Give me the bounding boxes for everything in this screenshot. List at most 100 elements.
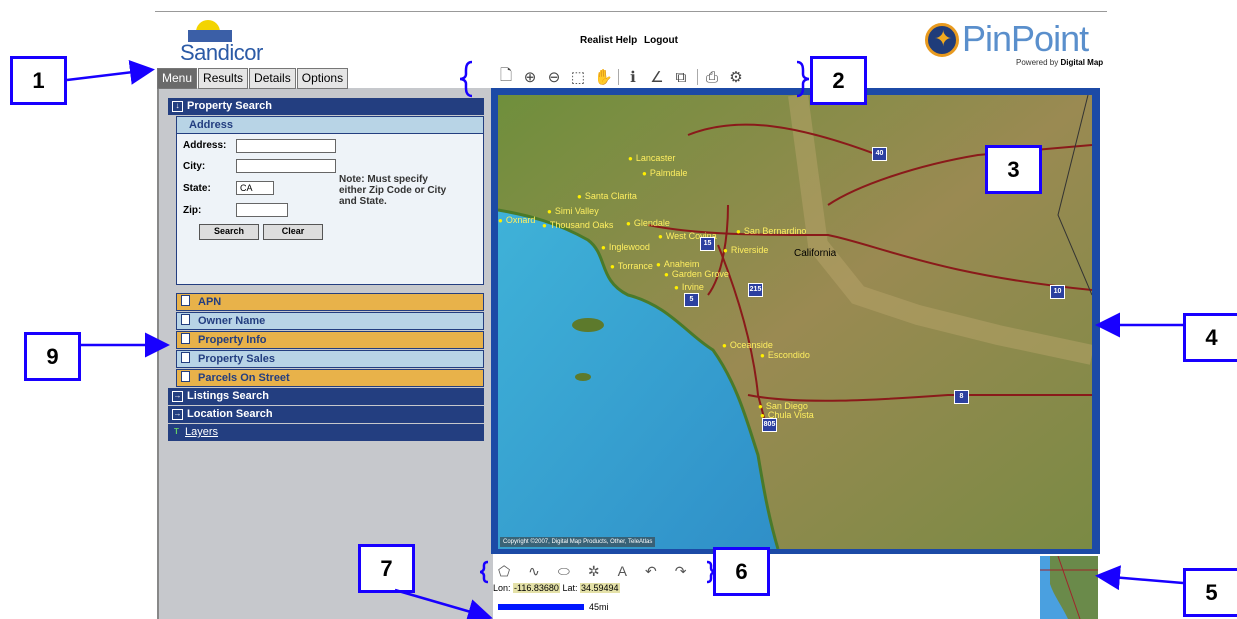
state-input[interactable]: CA — [236, 181, 274, 195]
address-input[interactable] — [236, 139, 336, 153]
address-form: Address: City: State: CA Zip: Note: Must… — [176, 134, 484, 285]
property-sales-item[interactable]: Property Sales — [176, 350, 484, 368]
search-button[interactable]: Search — [199, 224, 259, 240]
zoom-out-icon[interactable]: ⊖ — [546, 68, 562, 86]
address-section-header[interactable]: Address — [176, 116, 484, 134]
layers-icon[interactable]: ⧉ — [673, 69, 689, 86]
callout-9: 9 — [24, 332, 81, 381]
owner-name-item[interactable]: Owner Name — [176, 312, 484, 330]
address-note: Note: Must specify either Zip Code or Ci… — [339, 174, 447, 207]
redo-icon[interactable]: ↷ — [675, 563, 687, 580]
city-inglewood: Inglewood — [601, 242, 650, 252]
settings-icon[interactable]: ⚙ — [728, 68, 744, 86]
identify-icon[interactable]: ℹ — [625, 68, 641, 86]
city-label: City: — [183, 161, 206, 172]
zip-label: Zip: — [183, 205, 202, 216]
city-input[interactable] — [236, 159, 336, 173]
layers-header[interactable]: T Layers — [168, 424, 484, 441]
pinpoint-logo: PinPoint Powered by Digital Map — [920, 18, 1110, 70]
tab-results[interactable]: Results — [198, 68, 249, 89]
city-irvine: Irvine — [674, 282, 704, 292]
expand-icon: → — [172, 391, 183, 402]
property-search-header[interactable]: ↓ Property Search — [168, 98, 484, 115]
scale-bar — [498, 604, 584, 610]
city-simi-valley: Simi Valley — [547, 206, 599, 216]
freehand-icon[interactable]: ∿ — [528, 563, 540, 580]
city-escondido: Escondido — [760, 350, 810, 360]
property-info-item[interactable]: Property Info — [176, 331, 484, 349]
top-divider — [155, 11, 1107, 12]
highway-shield: 215 — [748, 283, 763, 297]
callout-6: 6 — [713, 547, 770, 596]
point-icon[interactable]: ✲ — [588, 563, 600, 580]
layers-icon: T — [174, 427, 179, 436]
city-santa-clarita: Santa Clarita — [577, 191, 637, 201]
highway-shield: 8 — [954, 390, 969, 404]
document-icon — [181, 295, 190, 306]
realist-help-link[interactable]: Realist Help — [580, 35, 637, 46]
latitude-value: 34.59494 — [579, 583, 620, 593]
callout-7: 7 — [358, 544, 415, 593]
highway-shield: 40 — [872, 147, 887, 161]
map-copyright: Copyright ©2007, Digital Map Products, O… — [500, 537, 656, 547]
print-icon[interactable]: ⎙ — [704, 69, 720, 86]
city-lancaster: Lancaster — [628, 153, 676, 163]
location-search-header[interactable]: → Location Search — [168, 406, 484, 423]
city-palmdale: Palmdale — [642, 168, 688, 178]
clear-button[interactable]: Clear — [263, 224, 323, 240]
pan-icon[interactable]: ✋ — [594, 68, 613, 86]
document-icon — [181, 352, 190, 363]
header-links: Realist Help Logout — [580, 35, 682, 46]
callout-1: 1 — [10, 56, 67, 105]
scale-label: 45mi — [589, 602, 609, 612]
tab-bar: Menu Results Details Options — [157, 68, 349, 89]
sandicor-logo: Sandicor — [180, 20, 270, 65]
document-icon — [181, 371, 190, 382]
compass-icon — [925, 23, 959, 57]
city-riverside: Riverside — [723, 245, 769, 255]
layers-link[interactable]: Layers — [185, 424, 218, 441]
zip-input[interactable] — [236, 203, 288, 217]
expand-icon: → — [172, 409, 183, 420]
callout-5: 5 — [1183, 568, 1237, 617]
measure-icon[interactable]: ∠ — [649, 68, 665, 86]
callout-4: 4 — [1183, 313, 1237, 362]
listings-search-header[interactable]: → Listings Search — [168, 388, 484, 405]
callout-3: 3 — [985, 145, 1042, 194]
overview-map[interactable] — [1040, 556, 1098, 619]
document-icon — [181, 333, 190, 344]
tab-menu[interactable]: Menu — [157, 68, 198, 89]
zoom-extent-icon[interactable]: ⬚ — [570, 68, 586, 86]
city-san-bernardino: San Bernardino — [736, 226, 807, 236]
polygon-icon[interactable]: ⬠ — [498, 563, 510, 580]
apn-item[interactable]: APN — [176, 293, 484, 311]
map-toolbar: 🗋 ⊕ ⊖ ⬚ ✋ ℹ ∠ ⧉ ⎙ ⚙ — [498, 66, 752, 88]
undo-icon[interactable]: ↶ — [645, 563, 657, 580]
zoom-in-icon[interactable]: ⊕ — [522, 68, 538, 86]
region-label: California — [794, 248, 837, 259]
city-glendale: Glendale — [626, 218, 670, 228]
coordinate-readout: Lon: -116.83680 Lat: 34.59494 — [493, 583, 620, 593]
document-icon — [181, 314, 190, 325]
drawing-toolbar: ⬠ ∿ ⬭ ✲ A ↶ ↷ — [498, 561, 704, 581]
ellipse-icon[interactable]: ⬭ — [558, 563, 570, 580]
highway-shield: 10 — [1050, 285, 1065, 299]
address-label: Address: — [183, 140, 227, 151]
highway-shield: 805 — [762, 418, 777, 432]
callout-2: 2 — [810, 56, 867, 105]
search-menu: ↓ Property Search Address Address: City:… — [168, 98, 484, 442]
new-page-icon[interactable]: 🗋 — [498, 65, 514, 90]
city-oceanside: Oceanside — [722, 340, 773, 350]
city-torrance: Torrance — [610, 261, 653, 271]
highway-shield: 15 — [700, 237, 715, 251]
text-icon[interactable]: A — [618, 563, 627, 579]
tab-options[interactable]: Options — [296, 68, 349, 89]
city-anaheim: Anaheim — [656, 259, 700, 269]
tab-details[interactable]: Details — [249, 68, 296, 89]
logout-link[interactable]: Logout — [644, 35, 678, 46]
city-thousand-oaks: Thousand Oaks — [542, 220, 614, 230]
city-oxnard: Oxnard — [498, 215, 536, 225]
parcels-on-street-item[interactable]: Parcels On Street — [176, 369, 484, 387]
city-garden-grove: Garden Grove — [664, 269, 729, 279]
highway-shield: 5 — [684, 293, 699, 307]
